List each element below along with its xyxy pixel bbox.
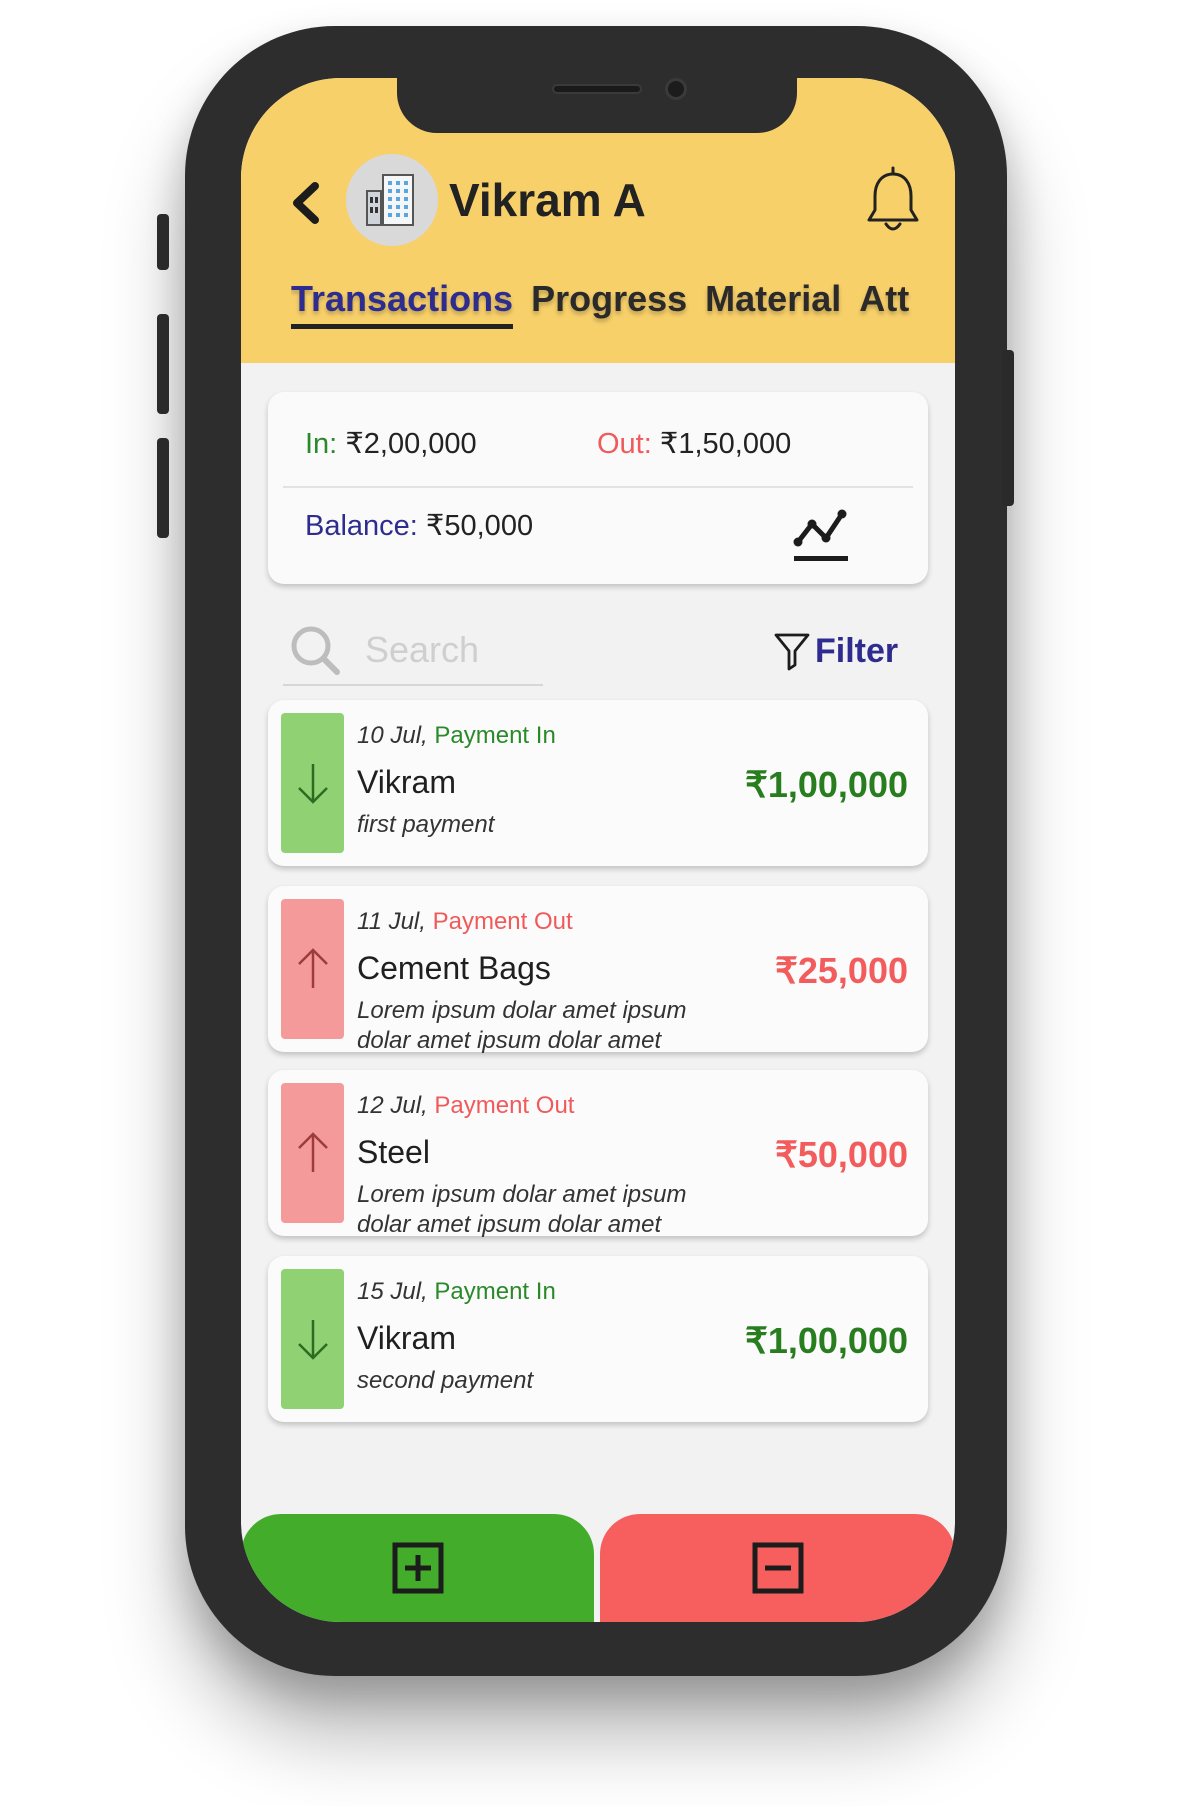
balance-value: ₹50,000 — [425, 510, 534, 542]
total-out-value: ₹1,50,000 — [659, 428, 792, 460]
transaction-card[interactable]: 12 Jul, Payment Out Steel Lorem ipsum do… — [268, 1070, 928, 1238]
transaction-name: Cement Bags — [357, 950, 551, 986]
total-in: In: ₹2,00,000 — [305, 426, 477, 461]
total-in-value: ₹2,00,000 — [345, 428, 477, 460]
total-in-label: In: — [305, 428, 338, 460]
transaction-note: Lorem ipsum dolar amet ipsum dolar amet … — [357, 997, 687, 1054]
transaction-note: second payment — [357, 1367, 534, 1394]
tab-attendance[interactable]: Att — [859, 278, 909, 320]
minus-square-icon — [752, 1542, 803, 1594]
transaction-card[interactable]: 15 Jul, Payment In Vikram second payment… — [268, 1256, 928, 1422]
arrow-up-icon — [297, 1132, 328, 1172]
transaction-note: Lorem ipsum dolar amet ipsum dolar amet … — [357, 1181, 687, 1238]
trend-chart-icon[interactable] — [790, 504, 854, 568]
add-payment-in-button[interactable] — [241, 1514, 594, 1622]
transaction-amount: ₹1,00,000 — [744, 764, 908, 805]
transaction-name: Vikram — [357, 764, 456, 800]
avatar[interactable] — [346, 154, 438, 246]
bell-icon[interactable] — [861, 166, 925, 238]
notch — [397, 78, 797, 133]
transaction-date: 10 Jul, Payment In — [357, 722, 556, 750]
transaction-note: first payment — [357, 811, 495, 838]
phone-side-button — [157, 214, 169, 270]
phone-side-button — [157, 438, 169, 538]
transaction-card[interactable]: 11 Jul, Payment Out Cement Bags Lorem ip… — [268, 886, 928, 1054]
transaction-name: Steel — [357, 1134, 430, 1170]
transaction-date: 11 Jul, Payment Out — [357, 908, 573, 936]
filter-button[interactable]: Filter — [773, 626, 898, 676]
chevron-left-icon[interactable] — [283, 178, 333, 228]
transaction-type: Payment Out — [434, 1092, 575, 1119]
transaction-date: 12 Jul, Payment Out — [357, 1092, 574, 1120]
search-icon — [291, 626, 340, 675]
transaction-amount: ₹25,000 — [774, 950, 908, 991]
date-text: 10 Jul, — [357, 722, 428, 749]
search-bar — [283, 616, 543, 686]
arrow-down-icon — [297, 764, 328, 804]
arrow-down-icon — [297, 1320, 328, 1360]
transaction-amount: ₹1,00,000 — [744, 1320, 908, 1361]
filter-label: Filter — [815, 631, 899, 670]
page-title: Vikram A — [449, 174, 646, 226]
divider — [283, 486, 913, 488]
balance-label: Balance: — [305, 510, 418, 542]
date-text: 11 Jul, — [357, 908, 426, 935]
filter-icon — [774, 633, 810, 671]
transaction-date: 15 Jul, Payment In — [357, 1278, 556, 1306]
balance: Balance: ₹50,000 — [305, 508, 533, 543]
date-text: 15 Jul, — [357, 1278, 428, 1305]
transaction-name: Vikram — [357, 1320, 456, 1356]
tab-transactions[interactable]: Transactions — [291, 278, 514, 329]
phone-side-button — [157, 314, 169, 414]
total-out: Out: ₹1,50,000 — [597, 426, 791, 461]
building-icon — [366, 174, 414, 226]
plus-square-icon — [392, 1542, 443, 1594]
arrow-up-icon — [297, 948, 328, 988]
camera — [665, 78, 687, 100]
payment-in-indicator — [281, 1269, 344, 1409]
tab-material[interactable]: Material — [705, 278, 841, 320]
phone-side-button — [1002, 350, 1014, 506]
summary-card: In: ₹2,00,000 Out: ₹1,50,000 Balance: ₹5… — [268, 392, 928, 584]
search-input[interactable] — [363, 628, 533, 672]
phone-screen: Vikram A Transactions Progress Material Att… — [241, 78, 955, 1622]
tab-bar: Transactions Progress Material Att — [291, 278, 955, 338]
transaction-type: Payment Out — [432, 908, 573, 935]
date-text: 12 Jul, — [357, 1092, 428, 1119]
payment-out-indicator — [281, 1083, 344, 1223]
transaction-type: Payment In — [434, 722, 556, 749]
speaker — [552, 84, 642, 94]
transaction-type: Payment In — [434, 1278, 556, 1305]
total-out-label: Out: — [597, 428, 652, 460]
transaction-card[interactable]: 10 Jul, Payment In Vikram first payment … — [268, 700, 928, 866]
transaction-amount: ₹50,000 — [774, 1134, 908, 1175]
payment-in-indicator — [281, 713, 344, 853]
payment-out-indicator — [281, 899, 344, 1039]
tab-progress[interactable]: Progress — [531, 278, 687, 320]
add-payment-out-button[interactable] — [600, 1514, 955, 1622]
